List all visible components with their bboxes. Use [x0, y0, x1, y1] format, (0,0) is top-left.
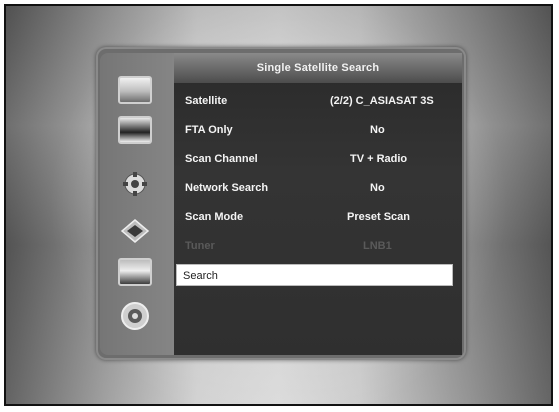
setting-row-network-search[interactable]: Network Search No: [185, 178, 450, 198]
setting-value: No: [370, 182, 385, 194]
setting-label: Satellite: [185, 95, 228, 107]
setting-label: Scan Channel: [185, 153, 258, 165]
setting-row-satellite[interactable]: Satellite (2/2) C_ASIASAT 3S: [185, 91, 450, 111]
tv-icon[interactable]: [118, 76, 152, 104]
setting-value: (2/2) C_ASIASAT 3S: [330, 95, 434, 107]
setting-value: LNB1: [363, 240, 392, 252]
search-button[interactable]: Search: [176, 264, 453, 286]
setting-label: Tuner: [185, 240, 215, 252]
setting-label: Scan Mode: [185, 211, 244, 223]
setting-row-tuner: Tuner LNB1: [185, 236, 450, 256]
setting-label: FTA Only: [185, 124, 233, 136]
setting-value: Preset Scan: [347, 211, 410, 223]
picture-icon[interactable]: [118, 116, 152, 144]
setting-row-scan-mode[interactable]: Scan Mode Preset Scan: [185, 207, 450, 227]
disc-icon[interactable]: [120, 301, 150, 331]
setting-value: No: [370, 124, 385, 136]
menu-title: Single Satellite Search: [174, 53, 462, 83]
tools-icon[interactable]: [118, 217, 152, 245]
landscape-icon[interactable]: [118, 258, 152, 286]
setting-value: TV + Radio: [350, 153, 408, 165]
gear-icon[interactable]: [118, 170, 152, 198]
setting-row-fta-only[interactable]: FTA Only No: [185, 120, 450, 140]
setting-row-scan-channel[interactable]: Scan Channel TV + Radio: [185, 149, 450, 169]
setting-label: Network Search: [185, 182, 269, 194]
